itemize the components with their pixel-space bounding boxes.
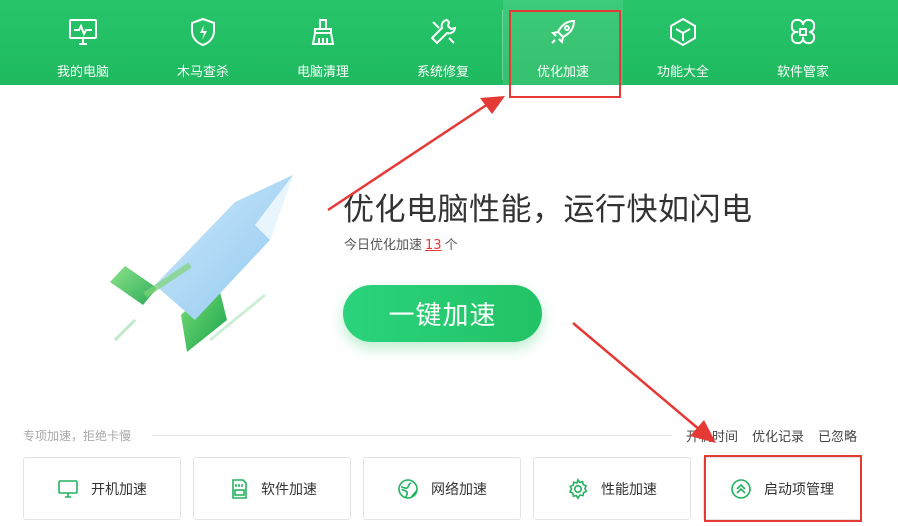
globe-icon: [398, 478, 418, 499]
section-label: 专项加速，拒绝卡慢: [23, 429, 132, 443]
sd-card-icon: [232, 478, 247, 499]
nav-label: 软件管家: [776, 65, 829, 80]
broom-icon: [311, 19, 335, 45]
annotation-arrow-down: [572, 322, 716, 443]
hero-subline: 今日优化加速 13 个: [344, 234, 458, 253]
monitor-icon: [58, 479, 78, 498]
rocket-icon: [550, 19, 576, 45]
shield-icon: [191, 17, 215, 47]
card-label: 性能加速: [601, 481, 657, 498]
nav-label: 优化加速: [536, 65, 589, 80]
card-software-speedup[interactable]: 软件加速: [193, 457, 351, 520]
optimize-history-link[interactable]: 优化记录: [752, 430, 804, 445]
section-links: 开机时间 优化记录 已忽略: [686, 426, 857, 445]
chevrons-up-icon: [731, 478, 751, 499]
cube-icon: [670, 17, 696, 47]
wrench-icon: [430, 18, 457, 45]
nav-optimize-speedup[interactable]: 优化加速: [503, 0, 623, 85]
subline-suffix: 个: [444, 238, 458, 253]
card-boot-speedup[interactable]: 开机加速: [23, 457, 181, 520]
nav-software-manager[interactable]: 软件管家: [743, 0, 863, 85]
nav-label: 电脑清理: [296, 65, 349, 80]
rocket-illustration: [110, 175, 293, 352]
section-divider: [152, 435, 672, 436]
nav-trojan-scan[interactable]: 木马查杀: [143, 0, 263, 85]
nav-label: 系统修复: [416, 65, 469, 80]
card-label: 软件加速: [261, 481, 317, 498]
nav-my-computer[interactable]: 我的电脑: [23, 0, 143, 85]
top-nav: 我的电脑 木马查杀 电脑清理 系统修复 优化加速 功能大全 软件管家: [0, 0, 898, 85]
card-performance-speedup[interactable]: 性能加速: [533, 457, 691, 520]
ignored-link[interactable]: 已忽略: [818, 430, 857, 445]
card-label: 网络加速: [431, 481, 487, 498]
optimize-count[interactable]: 13: [425, 238, 442, 253]
monitor-icon: [69, 19, 97, 45]
card-label: 开机加速: [91, 481, 147, 498]
card-label: 启动项管理: [764, 481, 834, 498]
one-click-speedup-button[interactable]: 一键加速: [343, 285, 542, 342]
apps-icon: [790, 18, 816, 45]
card-startup-manager[interactable]: 启动项管理: [703, 457, 861, 520]
nav-label: 功能大全: [656, 65, 709, 80]
subline-prefix: 今日优化加速: [344, 238, 423, 253]
nav-all-features[interactable]: 功能大全: [623, 0, 743, 85]
nav-pc-cleanup[interactable]: 电脑清理: [263, 0, 383, 85]
hero-headline: 优化电脑性能，运行快如闪电: [343, 192, 753, 228]
boot-time-link[interactable]: 开机时间: [686, 430, 738, 445]
card-network-speedup[interactable]: 网络加速: [363, 457, 521, 520]
gear-icon: [568, 477, 588, 500]
nav-label: 木马查杀: [176, 65, 229, 80]
nav-system-repair[interactable]: 系统修复: [383, 0, 503, 85]
nav-label: 我的电脑: [56, 65, 109, 80]
